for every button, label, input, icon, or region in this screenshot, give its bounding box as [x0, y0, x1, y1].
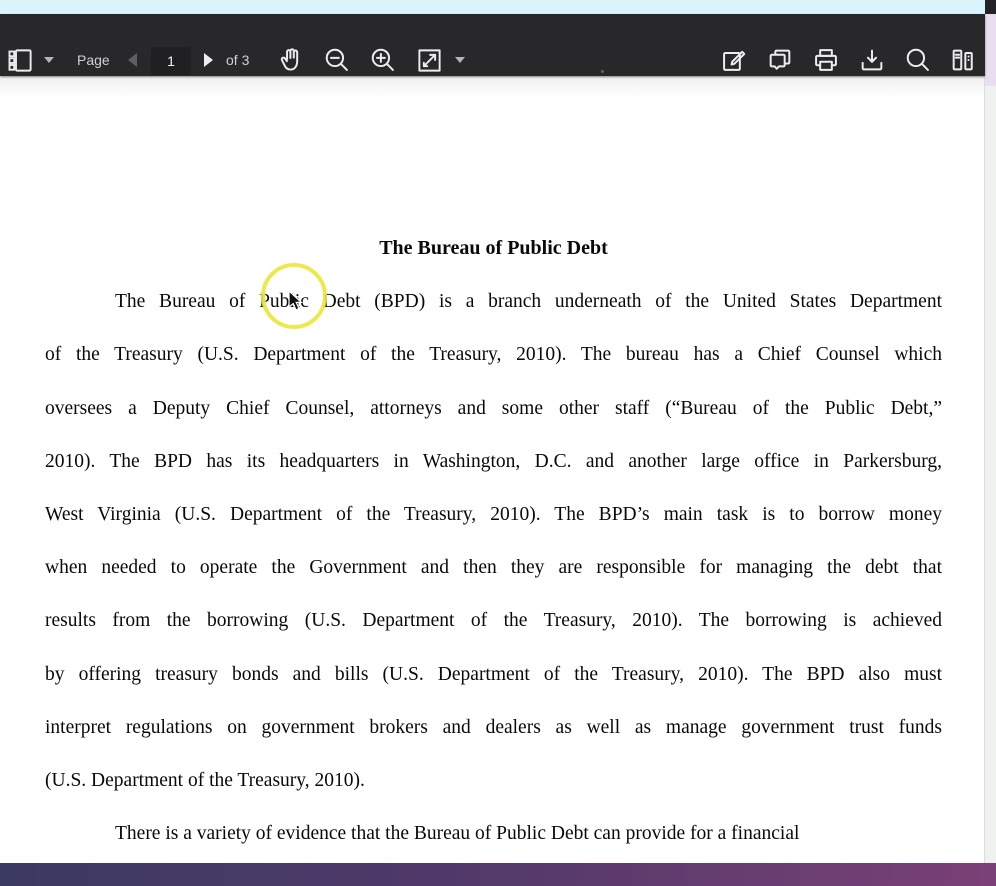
sidebar-dropdown-caret[interactable] — [44, 57, 54, 63]
download-icon — [858, 46, 886, 74]
print-button[interactable] — [811, 45, 841, 75]
fit-dropdown-caret[interactable] — [455, 57, 465, 63]
loading-dot — [601, 70, 604, 73]
fit-page-button[interactable] — [414, 45, 444, 75]
zoom-in-button[interactable] — [368, 45, 398, 75]
doc-line: 2010). The BPD has its headquarters in W… — [45, 450, 942, 472]
page-count-label: of 3 — [226, 52, 250, 68]
doc-line: oversees a Deputy Chief Counsel, attorne… — [45, 397, 942, 419]
scrollbar-track[interactable] — [984, 14, 996, 863]
doc-line: There is a variety of evidence that the … — [115, 823, 800, 845]
scrollbar-thumb[interactable] — [985, 14, 996, 86]
search-icon — [904, 46, 932, 74]
doc-line: West Virginia (U.S. Department of the Tr… — [45, 503, 942, 525]
comments-icon — [766, 46, 794, 74]
bottom-theme-bar — [0, 863, 996, 886]
zoom-in-icon — [369, 46, 397, 74]
sidebar-toggle-button[interactable] — [4, 45, 36, 75]
fit-page-icon — [416, 47, 443, 74]
pdf-page: The Bureau of Public Debt The Bureau of P… — [0, 76, 985, 863]
page-top-shadow — [0, 76, 985, 98]
hand-tool-icon — [277, 46, 305, 74]
hand-tool-button[interactable] — [276, 45, 306, 75]
previous-page-icon — [127, 53, 137, 67]
next-page-icon — [203, 53, 213, 67]
scrollbar-top-corner — [985, 0, 996, 14]
doc-line: results from the borrowing (U.S. Departm… — [45, 610, 942, 632]
edit-button[interactable] — [719, 45, 749, 75]
library-icon — [949, 46, 977, 74]
library-button[interactable] — [948, 45, 978, 75]
doc-line: interpret regulations on government brok… — [45, 716, 942, 738]
doc-line: of the Treasury (U.S. Department of the … — [45, 344, 942, 366]
edit-icon — [720, 46, 748, 74]
page-number-input[interactable] — [151, 47, 191, 75]
sidebar-toggle-icon — [7, 47, 34, 74]
print-icon — [812, 46, 840, 74]
zoom-out-button[interactable] — [322, 45, 352, 75]
search-button[interactable] — [903, 45, 933, 75]
doc-line: (U.S. Department of the Treasury, 2010). — [45, 769, 365, 791]
previous-page-button[interactable] — [124, 45, 140, 75]
page-label: Page — [77, 52, 110, 68]
pdf-toolbar: Page of 3 — [0, 14, 985, 76]
download-button[interactable] — [857, 45, 887, 75]
doc-line: The Bureau of Public Debt (BPD) is a bra… — [115, 291, 942, 313]
zoom-out-icon — [323, 46, 351, 74]
doc-lines: The Bureau of Public Debt The Bureau of P… — [45, 222, 942, 860]
doc-line: by offering treasury bonds and bills (U.… — [45, 663, 942, 685]
doc-title: The Bureau of Public Debt — [379, 237, 608, 259]
doc-line: when needed to operate the Government an… — [45, 557, 942, 579]
next-page-button[interactable] — [200, 45, 216, 75]
browser-top-strip — [0, 0, 985, 14]
comments-button[interactable] — [765, 45, 795, 75]
